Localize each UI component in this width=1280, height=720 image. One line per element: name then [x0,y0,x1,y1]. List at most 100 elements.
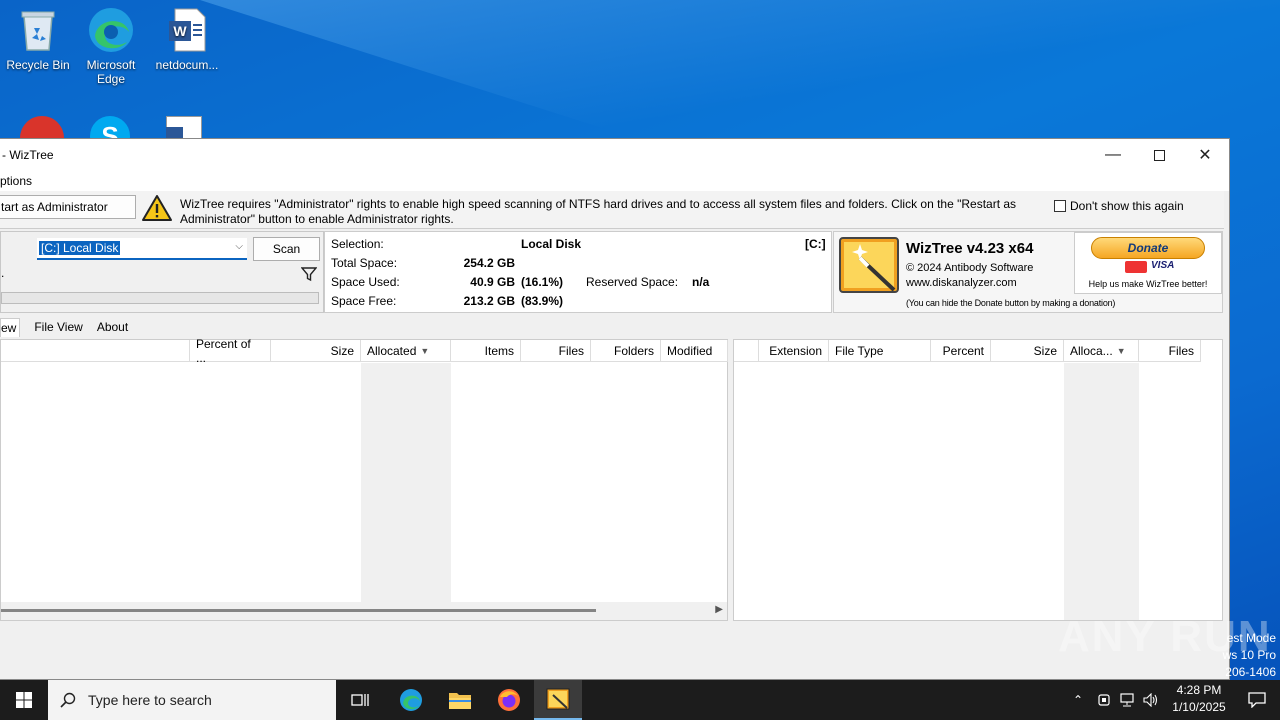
scroll-right-icon[interactable]: ▶ [715,604,723,615]
column-header-files-ext[interactable]: Files [1139,340,1201,362]
windows-edition-line: ws 10 Pro [1222,648,1276,662]
task-view-icon [351,694,369,706]
tab-about[interactable]: About [97,320,128,334]
taskbar-search-box[interactable]: Type here to search [48,680,336,720]
column-header-modified[interactable]: Modified [661,340,728,362]
donate-help-text: Help us make WizTree better! [1088,279,1208,289]
maximize-icon [1153,149,1165,161]
drive-dropdown[interactable]: [C:] Local Disk ⌵ [37,238,247,260]
desktop-icon-partial-red[interactable] [20,116,64,138]
tab-file-view[interactable]: File View [34,320,82,334]
tray-network-icon[interactable] [1117,680,1137,720]
donate-box[interactable]: Donate VISA Help us make WizTree better! [1074,232,1222,294]
start-button[interactable] [0,680,48,720]
desktop-icon-label: Microsoft Edge [86,58,136,86]
drive-select-panel: [C:] Local Disk ⌵ Scan . [0,231,324,313]
title-bar[interactable]: - WizTree — ✕ [0,139,1229,171]
taskbar-firefox[interactable] [489,680,529,720]
column-header-file-type[interactable]: File Type [829,340,931,362]
tray-volume-icon[interactable] [1141,680,1161,720]
desktop-icon-partial-skype[interactable]: S [90,116,134,138]
restart-as-admin-button[interactable]: tart as Administrator [0,195,136,219]
desktop-icon-partial-word[interactable] [166,116,206,138]
desktop-icon-recycle-bin[interactable]: Recycle Bin [0,6,76,72]
column-header-items[interactable]: Items [451,340,521,362]
edge-icon [400,689,422,711]
column-header-size-ext[interactable]: Size [991,340,1064,362]
sort-desc-icon: ▼ [420,345,430,356]
view-tabs: ew File View About [0,317,142,337]
dont-show-again-label: Don't show this again [1070,199,1184,213]
search-placeholder: Type here to search [88,692,212,708]
column-header-percent-ext[interactable]: Percent [931,340,991,362]
wiztree-logo-icon [838,236,900,294]
minimize-button[interactable]: — [1090,139,1136,171]
network-icon [1120,693,1134,707]
column-header-folder[interactable] [1,340,190,362]
firefox-icon [498,689,520,711]
show-hidden-icons-button[interactable]: ⌃ [1068,680,1088,720]
total-space-value: 254.2 GB [463,256,515,270]
word-document-icon: W [163,6,211,54]
taskbar-edge[interactable] [391,680,431,720]
taskbar-file-explorer[interactable] [440,680,480,720]
space-used-value: 40.9 GB [470,275,515,289]
horizontal-scrollbar[interactable]: ▶ [1,602,727,620]
volume-icon [1143,693,1158,707]
column-header-percent[interactable]: Percent of ... [190,337,271,365]
tab-tree-view[interactable]: ew [0,317,21,337]
reserved-space-label: Reserved Space: [586,275,679,289]
sorted-column-shade [361,363,451,603]
website-link[interactable]: www.diskanalyzer.com [906,277,1017,289]
taskbar-wiztree[interactable] [534,680,582,720]
wiztree-logo-panel: WizTree v4.23 x64 © 2024 Antibody Softwa… [833,231,1223,313]
column-header-extension[interactable]: Extension [759,340,829,362]
checkbox-box[interactable] [1054,200,1066,212]
notification-icon [1248,692,1266,708]
disk-info-panel: Selection: [C:] Local Disk Total Space: … [324,231,832,313]
search-icon [60,692,76,708]
chevron-up-icon: ⌃ [1072,693,1084,707]
warning-icon [141,194,173,225]
column-header-ext-color[interactable] [734,340,759,362]
maximize-button[interactable] [1136,139,1182,171]
desktop-icon-edge[interactable]: Microsoft Edge [73,6,149,86]
desktop-icon-label: Recycle Bin [6,58,70,72]
close-button[interactable]: ✕ [1182,139,1228,171]
space-used-percent: (16.1%) [521,275,564,289]
window-title: - WizTree [2,148,54,162]
mastercard-icon [1125,261,1147,273]
usb-device-icon [1098,694,1110,706]
scan-button[interactable]: Scan [253,237,320,261]
task-view-button[interactable] [340,680,380,720]
total-space-label: Total Space: [331,256,398,270]
allocated-ext-label: Alloca... [1070,343,1113,358]
action-center-button[interactable] [1234,680,1280,720]
scrollbar-thumb[interactable] [1,609,596,612]
column-header-size[interactable]: Size [271,340,361,362]
svg-text:W: W [173,23,187,39]
column-header-files[interactable]: Files [521,340,591,362]
minimize-icon: — [1105,146,1121,163]
column-header-allocated[interactable]: Allocated ▼ [361,340,451,362]
scan-progress-bar [1,292,319,304]
edge-icon [87,6,135,54]
dont-show-again-checkbox[interactable]: Don't show this again [1054,199,1184,213]
clock-date: 1/10/2025 [1172,700,1226,714]
taskbar-clock[interactable]: 4:28 PM 1/10/2025 [1164,682,1234,716]
admin-warning-bar: tart as Administrator WizTree requires "… [0,191,1224,229]
selection-value: Local Disk [521,237,582,251]
allocated-label: Allocated [367,343,417,358]
windows-icon [16,692,32,708]
filter-icon[interactable] [300,266,318,285]
close-icon: ✕ [1198,147,1212,164]
column-header-allocated-ext[interactable]: Alloca... ▼ [1064,340,1139,362]
taskbar: Type here to search ⌃ 4:28 PM 1/10/2025 [0,680,1280,720]
column-header-folders[interactable]: Folders [591,340,661,362]
anyrun-watermark: ANY RUN est Mode ws 10 Pro 206-1406 [1020,606,1280,679]
visa-icon: VISA [1151,260,1175,271]
donate-button[interactable]: Donate [1091,237,1205,259]
menu-options[interactable]: ptions [0,174,32,188]
tray-device-icon[interactable] [1094,680,1114,720]
desktop-icon-netdocument[interactable]: W netdocum... [149,6,225,72]
